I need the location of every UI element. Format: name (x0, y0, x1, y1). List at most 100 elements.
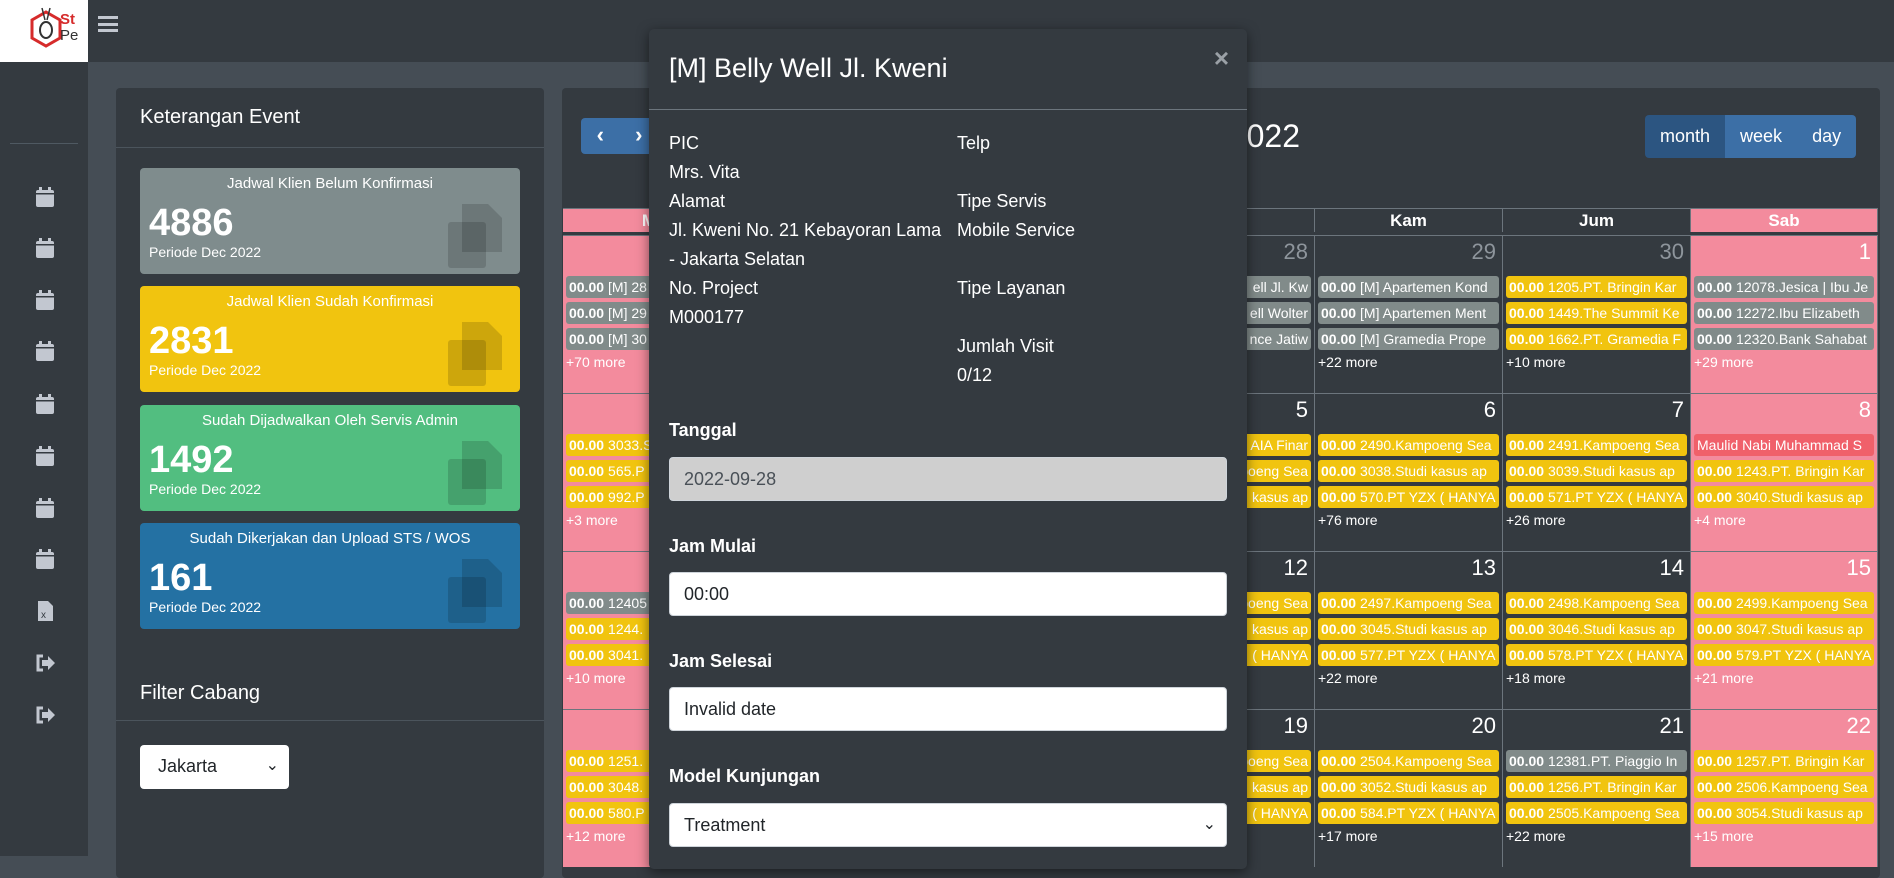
jam-mulai-input[interactable]: 00:00 (669, 572, 1227, 616)
more-events-link[interactable]: +22 more (1318, 354, 1378, 370)
more-events-link[interactable]: +21 more (1694, 670, 1754, 686)
more-events-link[interactable]: +15 more (1694, 828, 1754, 844)
day-cell[interactable]: 1 00.00 12078.Jesica | Ibu Je 00.00 12272.Ib… (1691, 235, 1878, 393)
day-cell[interactable]: 8 Maulid Nabi Muhammad S 00.00 1243.PT. Bri… (1691, 393, 1878, 551)
prev-month-button[interactable]: ‹ (581, 118, 620, 154)
day-cell[interactable]: 6 00.00 2490.Kampoeng Sea 00.00 3038.Studi k… (1315, 393, 1503, 551)
calendar-event[interactable]: 00.00 570.PT YZX ( HANYA (1318, 486, 1499, 508)
calendar-event[interactable]: 00.00 [M] Apartemen Kond (1318, 276, 1499, 298)
branch-select[interactable]: Jakarta ⌄ (140, 745, 289, 789)
calendar-event[interactable]: 00.00 12381.PT. Piaggio In (1506, 750, 1687, 772)
calendar-icon[interactable] (34, 548, 56, 570)
day-cell[interactable]: 13 00.00 2497.Kampoeng Sea 00.00 3045.Studi … (1315, 551, 1503, 709)
calendar-event[interactable]: 00.00 584.PT YZX ( HANYA (1318, 802, 1499, 824)
calendar-event[interactable]: 00.00 12320.Bank Sahabat (1694, 328, 1874, 350)
more-events-link[interactable]: +10 more (1506, 354, 1566, 370)
calendar-event[interactable]: 00.00 578.PT YZX ( HANYA (1506, 644, 1687, 666)
stat-box[interactable]: Sudah Dikerjakan dan Upload STS / WOS 161… (140, 523, 520, 629)
more-events-link[interactable]: +70 more (566, 354, 626, 370)
event-title: 3041. (608, 647, 644, 663)
calendar-event[interactable]: 00.00 3045.Studi kasus ap (1318, 618, 1499, 640)
calendar-icon[interactable] (34, 340, 56, 362)
stat-box[interactable]: Sudah Dijadwalkan Oleh Servis Admin 1492 P… (140, 405, 520, 511)
stat-box-period: Periode Dec 2022 (149, 244, 262, 260)
calendar-event[interactable]: 00.00 3040.Studi kasus ap (1694, 486, 1874, 508)
calendar-event[interactable]: 00.00 12078.Jesica | Ibu Je (1694, 276, 1874, 298)
calendar-event[interactable]: 00.00 2491.Kampoeng Sea (1506, 434, 1687, 456)
calendar-event[interactable]: 00.00 577.PT YZX ( HANYA (1318, 644, 1499, 666)
calendar-event[interactable]: 00.00 2490.Kampoeng Sea (1318, 434, 1499, 456)
day-cell[interactable]: 29 00.00 [M] Apartemen Kond 00.00 [M] Aparte… (1315, 235, 1503, 393)
more-events-link[interactable]: +4 more (1694, 512, 1746, 528)
calendar-event[interactable]: 00.00 1243.PT. Bringin Kar (1694, 460, 1874, 482)
calendar-event[interactable]: 00.00 1256.PT. Bringin Kar (1506, 776, 1687, 798)
view-day-button[interactable]: day (1797, 115, 1857, 158)
calendar-event[interactable]: 00.00 1257.PT. Bringin Kar (1694, 750, 1874, 772)
view-week-button[interactable]: week (1725, 115, 1798, 158)
more-events-link[interactable]: +10 more (566, 670, 626, 686)
more-events-link[interactable]: +12 more (566, 828, 626, 844)
more-events-link[interactable]: +18 more (1506, 670, 1566, 686)
calendar-event[interactable]: 00.00 3046.Studi kasus ap (1506, 618, 1687, 640)
calendar-event[interactable]: 00.00 579.PT YZX ( HANYA (1694, 644, 1874, 666)
view-month-button[interactable]: month (1645, 115, 1726, 158)
calendar-event[interactable]: 00.00 12272.Ibu Elizabeth (1694, 302, 1874, 324)
day-number: 1 (1858, 239, 1871, 264)
stat-box[interactable]: Jadwal Klien Belum Konfirmasi 4886 Periode… (140, 168, 520, 274)
jam-selesai-input[interactable]: Invalid date (669, 687, 1227, 731)
calendar-event[interactable]: 00.00 1449.The Summit Ke (1506, 302, 1687, 324)
calendar-event[interactable]: 00.00 2497.Kampoeng Sea (1318, 592, 1499, 614)
day-cell[interactable]: 22 00.00 1257.PT. Bringin Kar 00.00 2506.Kam… (1691, 709, 1878, 867)
stat-box[interactable]: Jadwal Klien Sudah Konfirmasi 2831 Periode… (140, 286, 520, 392)
day-cell[interactable]: 7 00.00 2491.Kampoeng Sea 00.00 3039.Studi k… (1503, 393, 1691, 551)
more-events-link[interactable]: +29 more (1694, 354, 1754, 370)
calendar-event[interactable]: 00.00 3038.Studi kasus ap (1318, 460, 1499, 482)
calendar-icon[interactable] (34, 186, 56, 208)
more-events-link[interactable]: +17 more (1318, 828, 1378, 844)
model-kunjungan-select[interactable]: Treatment ⌄ (669, 803, 1227, 847)
calendar-event[interactable]: 00.00 [M] Apartemen Ment (1318, 302, 1499, 324)
calendar-event[interactable]: 00.00 571.PT YZX ( HANYA (1506, 486, 1687, 508)
file-excel-icon[interactable]: x (34, 600, 56, 622)
day-cell[interactable]: 30 00.00 1205.PT. Bringin Kar 00.00 1449.The… (1503, 235, 1691, 393)
close-icon[interactable]: × (1214, 43, 1229, 74)
calendar-nav: ‹ › (581, 118, 658, 154)
day-cell[interactable]: 15 00.00 2499.Kampoeng Sea 00.00 3047.Studi … (1691, 551, 1878, 709)
sign-out-icon[interactable] (34, 704, 56, 726)
day-cell[interactable]: 20 00.00 2504.Kampoeng Sea 00.00 3052.Studi … (1315, 709, 1503, 867)
calendar-event[interactable]: 00.00 2505.Kampoeng Sea (1506, 802, 1687, 824)
event-title: 2504.Kampoeng Sea (1360, 753, 1492, 769)
telp-label: Telp (957, 133, 991, 153)
calendar-event[interactable]: 00.00 2506.Kampoeng Sea (1694, 776, 1874, 798)
calendar-event[interactable]: 00.00 1205.PT. Bringin Kar (1506, 276, 1687, 298)
jam-mulai-label: Jam Mulai (669, 536, 757, 556)
calendar-icon[interactable] (34, 393, 56, 415)
calendar-icon[interactable] (34, 497, 56, 519)
more-events-link[interactable]: +26 more (1506, 512, 1566, 528)
calendar-event[interactable]: 00.00 1662.PT. Gramedia F (1506, 328, 1687, 350)
calendar-event[interactable]: 00.00 2504.Kampoeng Sea (1318, 750, 1499, 772)
calendar-event[interactable]: Maulid Nabi Muhammad S (1694, 434, 1874, 456)
calendar-event[interactable]: 00.00 2498.Kampoeng Sea (1506, 592, 1687, 614)
calendar-event[interactable]: 00.00 3039.Studi kasus ap (1506, 460, 1687, 482)
more-events-link[interactable]: +22 more (1506, 828, 1566, 844)
calendar-icon[interactable] (34, 237, 56, 259)
event-title: 578.PT YZX ( HANYA (1548, 647, 1684, 663)
menu-toggle-icon[interactable] (98, 14, 118, 34)
calendar-event[interactable]: 00.00 2499.Kampoeng Sea (1694, 592, 1874, 614)
day-cell[interactable]: 14 00.00 2498.Kampoeng Sea 00.00 3046.Studi … (1503, 551, 1691, 709)
calendar-event[interactable]: 00.00 3054.Studi kasus ap (1694, 802, 1874, 824)
sign-out-icon[interactable] (34, 652, 56, 674)
more-events-link[interactable]: +3 more (566, 512, 618, 528)
calendar-event[interactable]: 00.00 [M] Gramedia Prope (1318, 328, 1499, 350)
sidebar-divider (10, 143, 78, 144)
calendar-event[interactable]: 00.00 3047.Studi kasus ap (1694, 618, 1874, 640)
calendar-event[interactable]: 00.00 3052.Studi kasus ap (1318, 776, 1499, 798)
calendar-icon[interactable] (34, 445, 56, 467)
tanggal-input[interactable]: 2022-09-28 (669, 457, 1227, 501)
day-cell[interactable]: 21 00.00 12381.PT. Piaggio In 00.00 1256.PT.… (1503, 709, 1691, 867)
calendar-icon[interactable] (34, 289, 56, 311)
more-events-link[interactable]: +76 more (1318, 512, 1378, 528)
more-events-link[interactable]: +22 more (1318, 670, 1378, 686)
brand-logo[interactable]: St Pe (0, 0, 88, 62)
